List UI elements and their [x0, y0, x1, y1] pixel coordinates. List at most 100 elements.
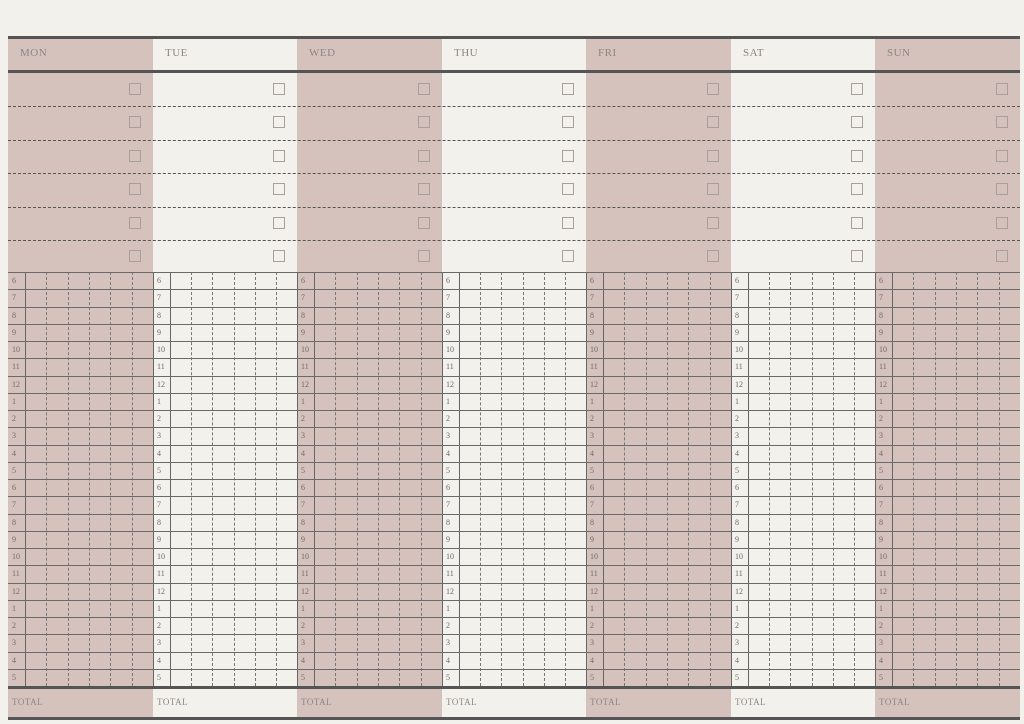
- time-slot-cell[interactable]: [459, 289, 480, 306]
- time-slot-cell[interactable]: [501, 600, 522, 617]
- time-slot-cell[interactable]: [110, 496, 131, 513]
- time-slot-cell[interactable]: [812, 565, 833, 582]
- time-slot-cell[interactable]: [790, 531, 811, 548]
- time-slot-cell[interactable]: [854, 479, 875, 496]
- task-checkbox[interactable]: [418, 183, 430, 196]
- time-slot-cell[interactable]: [421, 462, 442, 479]
- task-checkbox[interactable]: [273, 250, 285, 262]
- time-slot-cell[interactable]: [110, 634, 131, 651]
- time-slot-cell[interactable]: [314, 307, 335, 324]
- time-slot-cell[interactable]: [710, 652, 731, 669]
- time-slot-cell[interactable]: [544, 514, 565, 531]
- time-slot-cell[interactable]: [212, 600, 233, 617]
- time-slot-cell[interactable]: [459, 531, 480, 548]
- time-slot-cell[interactable]: [913, 669, 934, 686]
- time-slot-cell[interactable]: [191, 410, 212, 427]
- time-slot-cell[interactable]: [892, 565, 913, 582]
- time-slot-cell[interactable]: [255, 289, 276, 306]
- time-slot-cell[interactable]: [646, 514, 667, 531]
- time-slot-cell[interactable]: [667, 479, 688, 496]
- time-slot-cell[interactable]: [132, 600, 153, 617]
- task-checkbox[interactable]: [851, 250, 863, 262]
- time-slot-cell[interactable]: [480, 393, 501, 410]
- time-slot-cell[interactable]: [212, 427, 233, 444]
- time-slot-cell[interactable]: [357, 289, 378, 306]
- time-slot-cell[interactable]: [565, 393, 586, 410]
- time-slot-cell[interactable]: [357, 358, 378, 375]
- time-slot-cell[interactable]: [892, 324, 913, 341]
- time-slot-cell[interactable]: [89, 652, 110, 669]
- time-slot-cell[interactable]: [748, 583, 769, 600]
- time-slot-cell[interactable]: [459, 272, 480, 289]
- time-slot-cell[interactable]: [854, 652, 875, 669]
- time-slot-cell[interactable]: [646, 462, 667, 479]
- time-slot-cell[interactable]: [812, 462, 833, 479]
- time-slot-cell[interactable]: [523, 376, 544, 393]
- time-slot-cell[interactable]: [913, 427, 934, 444]
- time-slot-cell[interactable]: [89, 617, 110, 634]
- time-slot-cell[interactable]: [314, 427, 335, 444]
- time-slot-cell[interactable]: [314, 341, 335, 358]
- time-slot-cell[interactable]: [977, 496, 998, 513]
- time-slot-cell[interactable]: [234, 583, 255, 600]
- time-slot-cell[interactable]: [255, 617, 276, 634]
- time-slot-cell[interactable]: [790, 272, 811, 289]
- time-slot-cell[interactable]: [480, 358, 501, 375]
- time-slot-cell[interactable]: [667, 531, 688, 548]
- time-slot-cell[interactable]: [544, 600, 565, 617]
- task-checkbox[interactable]: [273, 116, 285, 129]
- time-slot-cell[interactable]: [276, 272, 297, 289]
- time-slot-cell[interactable]: [624, 410, 645, 427]
- time-slot-cell[interactable]: [480, 307, 501, 324]
- time-slot-cell[interactable]: [624, 462, 645, 479]
- time-slot-cell[interactable]: [646, 358, 667, 375]
- time-slot-cell[interactable]: [812, 514, 833, 531]
- time-slot-cell[interactable]: [603, 427, 624, 444]
- time-slot-cell[interactable]: [255, 462, 276, 479]
- time-slot-cell[interactable]: [110, 583, 131, 600]
- time-slot-cell[interactable]: [68, 496, 89, 513]
- task-checkbox[interactable]: [418, 216, 430, 229]
- time-slot-cell[interactable]: [25, 427, 46, 444]
- time-slot-cell[interactable]: [812, 410, 833, 427]
- time-slot-cell[interactable]: [255, 324, 276, 341]
- time-slot-cell[interactable]: [255, 358, 276, 375]
- time-slot-cell[interactable]: [234, 652, 255, 669]
- time-slot-cell[interactable]: [812, 341, 833, 358]
- time-slot-cell[interactable]: [421, 358, 442, 375]
- time-slot-cell[interactable]: [191, 496, 212, 513]
- time-slot-cell[interactable]: [603, 583, 624, 600]
- time-slot-cell[interactable]: [399, 324, 420, 341]
- time-slot-cell[interactable]: [25, 565, 46, 582]
- time-slot-cell[interactable]: [234, 307, 255, 324]
- time-slot-cell[interactable]: [335, 617, 356, 634]
- time-slot-cell[interactable]: [255, 652, 276, 669]
- time-slot-cell[interactable]: [68, 514, 89, 531]
- time-slot-cell[interactable]: [421, 341, 442, 358]
- time-slot-cell[interactable]: [603, 376, 624, 393]
- time-slot-cell[interactable]: [956, 410, 977, 427]
- time-slot-cell[interactable]: [25, 376, 46, 393]
- time-slot-cell[interactable]: [25, 358, 46, 375]
- task-checkbox[interactable]: [562, 216, 574, 229]
- time-slot-cell[interactable]: [833, 600, 854, 617]
- time-slot-cell[interactable]: [212, 514, 233, 531]
- time-slot-cell[interactable]: [935, 496, 956, 513]
- time-slot-cell[interactable]: [46, 531, 67, 548]
- task-checkbox[interactable]: [851, 116, 863, 129]
- task-checkbox[interactable]: [418, 116, 430, 129]
- time-slot-cell[interactable]: [523, 410, 544, 427]
- time-slot-cell[interactable]: [603, 531, 624, 548]
- time-slot-cell[interactable]: [170, 324, 191, 341]
- time-slot-cell[interactable]: [769, 376, 790, 393]
- time-slot-cell[interactable]: [710, 307, 731, 324]
- time-slot-cell[interactable]: [769, 272, 790, 289]
- time-slot-cell[interactable]: [191, 307, 212, 324]
- time-slot-cell[interactable]: [892, 427, 913, 444]
- time-slot-cell[interactable]: [935, 548, 956, 565]
- time-slot-cell[interactable]: [956, 634, 977, 651]
- time-slot-cell[interactable]: [833, 583, 854, 600]
- time-slot-cell[interactable]: [565, 496, 586, 513]
- time-slot-cell[interactable]: [748, 324, 769, 341]
- time-slot-cell[interactable]: [378, 479, 399, 496]
